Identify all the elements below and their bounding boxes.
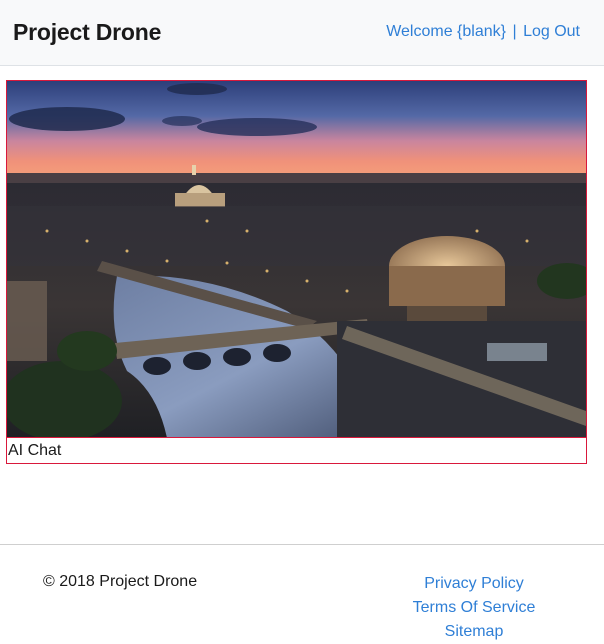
nav-separator: | [512,23,517,40]
rome-aerial-photo [7,81,586,437]
terms-of-service-link[interactable]: Terms Of Service [413,596,536,620]
navbar: Project Drone Welcome {blank} | Log Out [0,0,604,66]
card-caption: AI Chat [8,442,62,459]
footer: © 2018 Project Drone Privacy Policy Term… [0,544,604,643]
logout-link[interactable]: Log Out [523,23,580,40]
copyright-text: © 2018 Project Drone [43,573,198,590]
privacy-policy-link[interactable]: Privacy Policy [424,572,524,596]
hero-image [7,81,586,438]
sitemap-link[interactable]: Sitemap [445,620,504,644]
footer-links: Privacy Policy Terms Of Service Sitemap [370,572,578,644]
welcome-link[interactable]: Welcome {blank} [386,23,506,40]
content-card: AI Chat [6,80,587,464]
user-nav: Welcome {blank} | Log Out [386,23,580,41]
brand-link[interactable]: Project Drone [13,19,161,46]
